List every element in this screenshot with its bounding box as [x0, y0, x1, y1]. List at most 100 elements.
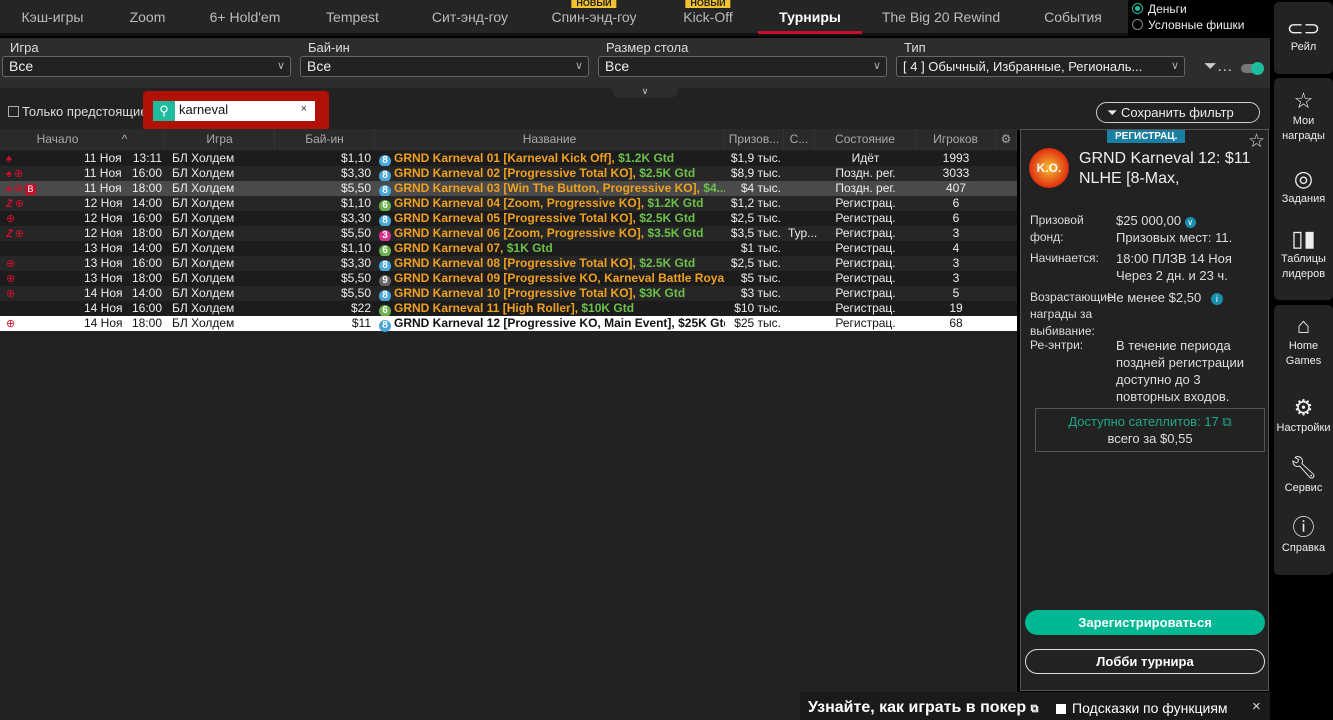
- tab-2[interactable]: 6+ Hold'em: [190, 0, 300, 34]
- row-name: 8 GRND Karneval 08 [Progressive Total KO]…: [379, 256, 725, 272]
- target-icon: ⊕: [6, 258, 16, 270]
- tab-6[interactable]: Kick-Off НОВЫЙ: [658, 0, 758, 34]
- home-games-button[interactable]: ⌂ Home Games: [1274, 313, 1333, 369]
- register-button[interactable]: Зарегистрироваться: [1025, 610, 1265, 635]
- col-buyin[interactable]: Бай-ин: [275, 129, 375, 150]
- row-state: Регистрац.: [835, 301, 896, 315]
- row-name-text: GRND Karneval 09 [Progressive KO, Karnev…: [394, 271, 725, 285]
- table-row[interactable]: ⊕ 14 Ноя 14:00 БЛ Холдем $5,50 8 GRND Kar…: [0, 286, 1017, 302]
- tournament-lobby-button[interactable]: Лобби турнира: [1025, 649, 1265, 674]
- col-start[interactable]: Начало ^: [0, 129, 165, 150]
- row-time: 16:00: [131, 166, 162, 180]
- table-row[interactable]: Z ⊕ 12 Ноя 18:00 БЛ Холдем $5,50 3 GRND Ka…: [0, 226, 1017, 242]
- row-players: 4: [952, 241, 960, 255]
- buyin-filter-select[interactable]: Все ∨: [300, 56, 589, 77]
- leaderboards-button[interactable]: ▯▮ Таблицы лидеров: [1274, 226, 1333, 282]
- row-buyin: $3,30: [340, 256, 371, 270]
- size-filter-label: Размер стола: [606, 40, 689, 55]
- collapse-filters-chevron-icon[interactable]: ∨: [612, 86, 678, 98]
- zoom-icon: Z: [6, 228, 13, 240]
- close-icon[interactable]: ×: [1252, 698, 1261, 715]
- radio-money[interactable]: Деньги: [1132, 1, 1272, 16]
- row-state: Регистрац.: [835, 226, 896, 240]
- row-name: 8 GRND Karneval 12 [Progressive KO, Main …: [379, 316, 725, 332]
- clear-search-icon[interactable]: ×: [301, 103, 307, 115]
- row-name: 8 GRND Karneval 01 [Karneval Kick Off], $…: [379, 151, 725, 167]
- type-filter-select[interactable]: [ 4 ] Обычный, Избранные, Региональ... ∨: [896, 56, 1185, 77]
- select-value: Все: [9, 58, 34, 74]
- upcoming-checkbox[interactable]: [8, 106, 19, 117]
- tab-0[interactable]: Кэш-игры: [0, 0, 105, 34]
- table-row[interactable]: ♠ 11 Ноя 13:11 БЛ Холдем $1,10 8 GRND Kar…: [0, 151, 1017, 167]
- column-settings-gear-icon[interactable]: ⚙: [996, 129, 1017, 150]
- radio-play-chips[interactable]: Условные фишки: [1132, 17, 1272, 32]
- col-label: Призов...: [728, 132, 780, 146]
- row-name-text: GRND Karneval 06 [Zoom, Progressive KO],: [394, 226, 645, 240]
- row-state: Регистрац.: [835, 211, 896, 225]
- row-name-text: GRND Karneval 05 [Progressive Total KO],: [394, 211, 636, 225]
- col-state[interactable]: Состояние: [815, 129, 916, 150]
- table-row[interactable]: ⊕ 14 Ноя 18:00 БЛ Холдем $11 8 GRND Karne…: [0, 316, 1017, 332]
- help-button[interactable]: ⓘ Справка: [1274, 515, 1333, 556]
- row-name: 6 GRND Karneval 04 [Zoom, Progressive KO]…: [379, 196, 725, 212]
- game-filter-select[interactable]: Все ∨: [2, 56, 291, 77]
- tab-label: Kick-Off: [683, 9, 733, 25]
- filter-icon[interactable]: ⏷…: [1204, 58, 1233, 76]
- col-players[interactable]: Игроков: [916, 129, 996, 150]
- tasks-button[interactable]: ◎ Задания: [1274, 166, 1333, 207]
- row-prize: $4 тыс.: [740, 181, 781, 195]
- external-link-icon: ⧉: [1222, 414, 1232, 429]
- table-row[interactable]: ⊕ 13 Ноя 18:00 БЛ Холдем $5,50 9 GRND Kar…: [0, 271, 1017, 287]
- save-filter-button[interactable]: ⏷ Сохранить фильтр: [1096, 102, 1260, 123]
- rewards-button[interactable]: ☆ Мои награды: [1274, 88, 1333, 144]
- col-s[interactable]: С...: [784, 129, 815, 150]
- tab-7[interactable]: Турниры: [758, 0, 862, 34]
- filter-toggle[interactable]: [1241, 62, 1264, 75]
- settings-label: Настройки: [1276, 422, 1331, 434]
- tips-checkbox[interactable]: [1056, 704, 1066, 714]
- table-row[interactable]: ⊕ 13 Ноя 16:00 БЛ Холдем $3,30 8 GRND Kar…: [0, 256, 1017, 272]
- row-state: Регистрац.: [835, 256, 896, 270]
- row-time: 18:00: [131, 271, 162, 285]
- tab-5[interactable]: Спин-энд-гоу НОВЫЙ: [530, 0, 658, 34]
- tab-9[interactable]: События: [1020, 0, 1126, 34]
- row-prize: $1,2 тыс.: [730, 196, 781, 210]
- learn-poker-link[interactable]: Узнайте, как играть в покер ⧉: [808, 699, 1039, 717]
- satellites-link[interactable]: Доступно сателлитов: 17 ⧉: [1036, 413, 1264, 430]
- tab-8[interactable]: The Big 20 Rewind: [862, 0, 1020, 34]
- col-prize[interactable]: Призов...: [725, 129, 784, 150]
- tab-label: The Big 20 Rewind: [881, 9, 1001, 25]
- row-state: Регистрац.: [835, 286, 896, 300]
- tab-4[interactable]: Сит-энд-гоу: [410, 0, 530, 34]
- col-name[interactable]: Название: [375, 129, 725, 150]
- size-filter-select[interactable]: Все ∨: [598, 56, 887, 77]
- col-game[interactable]: Игра: [165, 129, 275, 150]
- row-prize: $1 тыс.: [740, 241, 781, 255]
- search-input[interactable]: ⚲ karneval ×: [153, 101, 315, 121]
- row-prize: $5 тыс.: [740, 271, 781, 285]
- row-date: 12 Ноя: [84, 196, 123, 210]
- service-button[interactable]: 🔧︎ Сервис: [1274, 455, 1333, 496]
- table-row[interactable]: 13 Ноя 14:00 БЛ Холдем $1,10 6 GRND Karne…: [0, 241, 1017, 257]
- row-players: 19: [949, 301, 963, 315]
- table-row[interactable]: Z ⊕ 12 Ноя 14:00 БЛ Холдем $1,10 6 GRND Ka…: [0, 196, 1017, 212]
- settings-button[interactable]: ⚙ Настройки: [1274, 395, 1333, 436]
- row-s: Тур...: [788, 226, 818, 240]
- row-time: 14:00: [131, 241, 162, 255]
- table-row[interactable]: ♠ ⊕ 11 Ноя 16:00 БЛ Холдем $3,30 8 GRND Ka…: [0, 166, 1017, 182]
- tab-3[interactable]: Tempest: [295, 0, 410, 34]
- rail-button[interactable]: ⊂⊃ Рейл: [1274, 2, 1333, 74]
- expand-chevron-icon[interactable]: ∨: [1184, 217, 1196, 228]
- info-icon[interactable]: i: [1210, 293, 1223, 305]
- filter-bar: Игра Все ∨ Бай-ин Все ∨ Размер стола Все ∨ …: [0, 38, 1270, 88]
- tab-1[interactable]: Zoom: [105, 0, 190, 34]
- table-row[interactable]: 14 Ноя 16:00 БЛ Холдем $22 6 GRND Karneva…: [0, 301, 1017, 317]
- table-row[interactable]: ⊕ 12 Ноя 16:00 БЛ Холдем $3,30 8 GRND Kar…: [0, 211, 1017, 227]
- row-buyin: $1,10: [340, 196, 371, 210]
- bottom-bar: Узнайте, как играть в покер ⧉ Подсказки …: [0, 692, 1270, 720]
- satellites-box[interactable]: Доступно сателлитов: 17 ⧉ всего за $0,55: [1035, 408, 1265, 452]
- prize-places: Призовых мест: 11.: [1116, 230, 1233, 245]
- table-row[interactable]: ♠ ⊕ B 11 Ноя 18:00 БЛ Холдем $5,50 8 GRND K…: [0, 181, 1017, 197]
- select-value: Все: [605, 58, 630, 74]
- row-players: 3: [952, 256, 960, 270]
